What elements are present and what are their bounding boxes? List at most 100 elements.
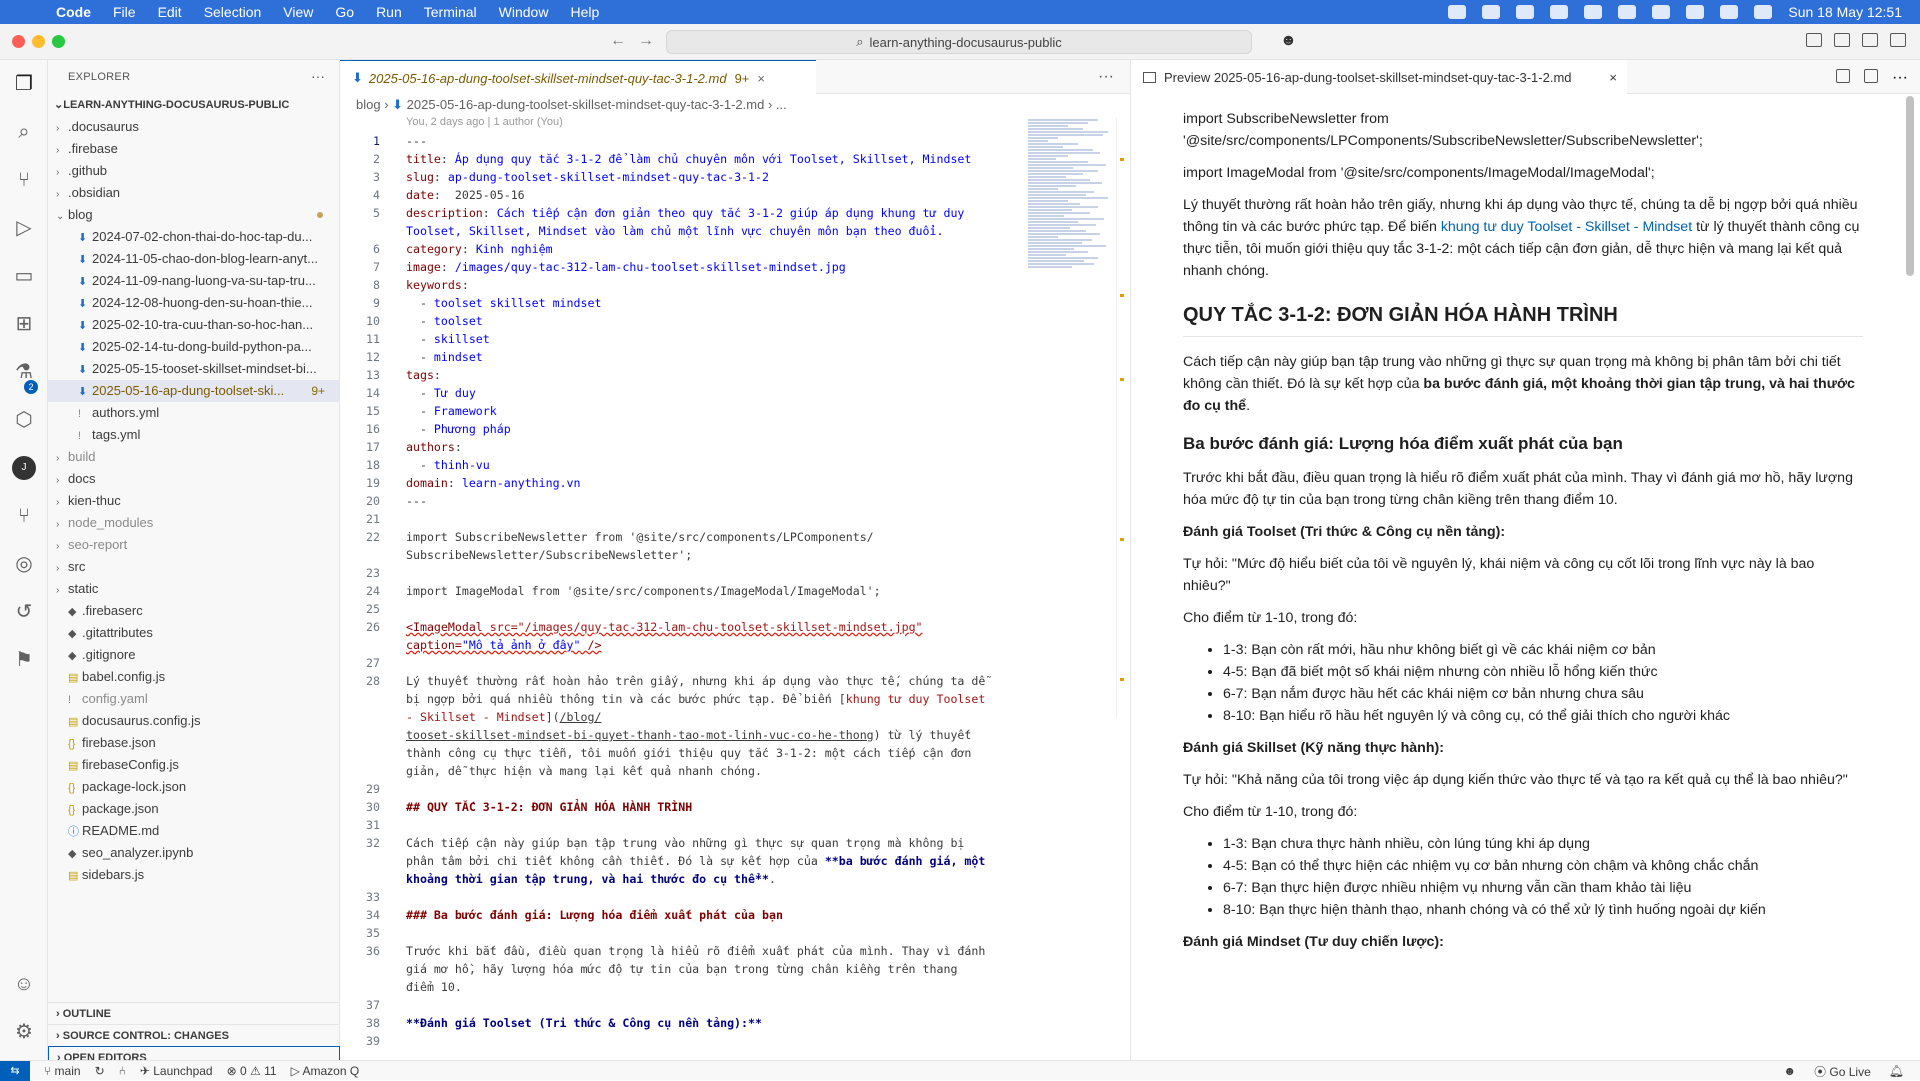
tree-file[interactable]: ⬇ 2024-11-05-chao-don-blog-learn-anyt... (48, 248, 339, 270)
tree-folder[interactable]: › docs (48, 468, 339, 490)
more-actions-icon[interactable]: ··· (1098, 68, 1114, 86)
editor-scrollbar[interactable] (1116, 118, 1126, 718)
search-icon[interactable]: ⌕ (12, 120, 36, 144)
menubar-clock[interactable]: Sun 18 May 12:51 (1788, 4, 1902, 20)
extensions-icon[interactable]: ⊞ (12, 312, 36, 336)
outline-section[interactable]: › OUTLINE (48, 1002, 340, 1024)
menu-selection[interactable]: Selection (204, 4, 262, 20)
back-arrow-icon[interactable]: ← (610, 32, 626, 50)
breadcrumb-symbol[interactable]: ... (776, 97, 787, 112)
preview-scrollbar[interactable] (1906, 96, 1914, 276)
breadcrumb-folder[interactable]: blog (356, 97, 381, 112)
tree-file[interactable]: ! tags.yml (48, 424, 339, 446)
tree-file[interactable]: {} package.json (48, 798, 339, 820)
tree-folder[interactable]: › seo-report (48, 534, 339, 556)
forward-arrow-icon[interactable]: → (638, 32, 654, 50)
open-source-icon[interactable] (1836, 69, 1850, 83)
tree-file[interactable]: ◆ seo_analyzer.ipynb (48, 842, 339, 864)
amazon-q-status[interactable]: ▷ Amazon Q (291, 1064, 360, 1078)
minimize-window-button[interactable] (32, 35, 45, 48)
cloud-icon[interactable] (1516, 5, 1535, 19)
menu-edit[interactable]: Edit (158, 4, 182, 20)
control-center-icon[interactable] (1720, 5, 1739, 19)
customize-layout-icon[interactable] (1806, 33, 1822, 47)
more-actions-icon[interactable]: ··· (311, 68, 325, 84)
menu-app[interactable]: Code (56, 4, 91, 20)
more-actions-icon[interactable]: ··· (1892, 69, 1908, 86)
editor-tab-active[interactable]: ⬇ 2025-05-16-ap-dung-toolset-skillset-mi… (340, 60, 816, 95)
tree-folder[interactable]: › kien-thuc (48, 490, 339, 512)
json-icon[interactable]: J (12, 456, 36, 480)
gear-icon[interactable]: ⚙ (12, 1020, 36, 1044)
tree-file[interactable]: {} package-lock.json (48, 776, 339, 798)
run-debug-icon[interactable]: ▷ (12, 216, 36, 240)
tree-file[interactable]: ▤ firebaseConfig.js (48, 754, 339, 776)
codelens-blame[interactable]: You, 2 days ago | 1 author (You) (406, 116, 563, 128)
tree-file[interactable]: ▤ babel.config.js (48, 666, 339, 688)
tree-file[interactable]: ⬇ 2024-11-09-nang-luong-va-su-tap-tru... (48, 270, 339, 292)
close-icon[interactable]: × (1609, 70, 1617, 85)
tree-file[interactable]: {} firebase.json (48, 732, 339, 754)
launchpad-status[interactable]: ✈ Launchpad (140, 1064, 213, 1078)
source-control-icon[interactable]: ⑂ (12, 168, 36, 192)
toggle-sidebar-icon[interactable] (1834, 33, 1850, 47)
command-center-search[interactable]: ⌕ learn-anything-docusaurus-public (666, 30, 1252, 54)
maximize-window-button[interactable] (52, 35, 65, 48)
toggle-panel-icon[interactable] (1862, 33, 1878, 47)
menu-run[interactable]: Run (376, 4, 402, 20)
toggle-secondary-sidebar-icon[interactable] (1890, 33, 1906, 47)
tree-folder[interactable]: › .docusaurus (48, 116, 339, 138)
tree-folder[interactable]: › src (48, 556, 339, 578)
copilot-icon[interactable]: ☻ (1280, 32, 1297, 50)
split-editor-icon[interactable] (1864, 69, 1878, 83)
tree-file[interactable]: ⓘ README.md (48, 820, 339, 842)
sync-icon[interactable]: ↻ (95, 1064, 105, 1078)
bookmark-icon[interactable]: ⚑ (12, 648, 36, 672)
go-live-status[interactable]: ⦿ Go Live (1814, 1063, 1871, 1080)
framework-link[interactable]: khung tư duy Toolset - Skillset - Mindse… (1441, 219, 1692, 235)
wifi-icon[interactable] (1686, 5, 1705, 19)
tree-file[interactable]: ⬇ 2024-07-02-chon-thai-do-hoc-tap-du... (48, 226, 339, 248)
record-icon[interactable] (1482, 5, 1501, 19)
menu-terminal[interactable]: Terminal (424, 4, 477, 20)
tree-file[interactable]: ◆ .gitignore (48, 644, 339, 666)
menu-view[interactable]: View (283, 4, 313, 20)
tree-file[interactable]: ⬇ 2025-05-15-tooset-skillset-mindset-bi..… (48, 358, 339, 380)
remote-explorer-icon[interactable]: ▭ (12, 264, 36, 288)
tree-file[interactable]: ⬇ 2025-02-10-tra-cuu-than-so-hoc-han... (48, 314, 339, 336)
menu-window[interactable]: Window (499, 4, 549, 20)
tree-file[interactable]: ! authors.yml (48, 402, 339, 424)
source-control-changes-section[interactable]: › SOURCE CONTROL: CHANGES (48, 1024, 340, 1046)
menu-help[interactable]: Help (570, 4, 599, 20)
workspace-root[interactable]: ⌄LEARN-ANYTHING-DOCUSAURUS-PUBLIC (48, 94, 339, 116)
minimap[interactable] (1028, 118, 1112, 388)
tree-folder[interactable]: › build (48, 446, 339, 468)
close-window-button[interactable] (12, 35, 25, 48)
copilot-status-icon[interactable]: ☻ (1783, 1064, 1796, 1078)
problems-status[interactable]: ⊗ 0 ⚠ 11 (227, 1064, 277, 1078)
menu-go[interactable]: Go (335, 4, 354, 20)
siri-icon[interactable] (1754, 5, 1773, 19)
tree-folder[interactable]: › .obsidian (48, 182, 339, 204)
tree-folder[interactable]: › .github (48, 160, 339, 182)
menu-file[interactable]: File (113, 4, 136, 20)
tree-folder[interactable]: › node_modules (48, 512, 339, 534)
preview-tab[interactable]: Preview 2025-05-16-ap-dung-toolset-skill… (1131, 60, 1627, 95)
explorer-icon[interactable]: ❐ (12, 72, 36, 96)
tree-file[interactable]: ⬇ 2024-12-08-huong-den-su-hoan-thie... (48, 292, 339, 314)
git-graph-status-icon[interactable]: ⑃ (119, 1064, 126, 1078)
bluetooth-icon[interactable] (1618, 5, 1637, 19)
git-graph-icon[interactable]: ⑂ (12, 504, 36, 528)
code-editor[interactable]: 1 --- 2 title: Áp dụng quy tắc 3-1-2 để là… (340, 132, 1030, 1050)
tree-file[interactable]: ◆ .firebaserc (48, 600, 339, 622)
timeline-icon[interactable]: ↺ (12, 600, 36, 624)
tree-folder[interactable]: › .firebase (48, 138, 339, 160)
stack-icon[interactable] (1584, 5, 1603, 19)
tree-file[interactable]: ! config.yaml (48, 688, 339, 710)
feather-icon[interactable] (1550, 5, 1569, 19)
remote-indicator-icon[interactable]: ⇆ (0, 1060, 30, 1081)
close-icon[interactable]: × (757, 71, 765, 86)
breadcrumb-file[interactable]: 2025-05-16-ap-dung-toolset-skillset-mind… (407, 97, 765, 112)
bell-icon[interactable]: 🔔︎ (1889, 1064, 1904, 1078)
tree-file[interactable]: ⬇ 2025-02-14-tu-dong-build-python-pa... (48, 336, 339, 358)
